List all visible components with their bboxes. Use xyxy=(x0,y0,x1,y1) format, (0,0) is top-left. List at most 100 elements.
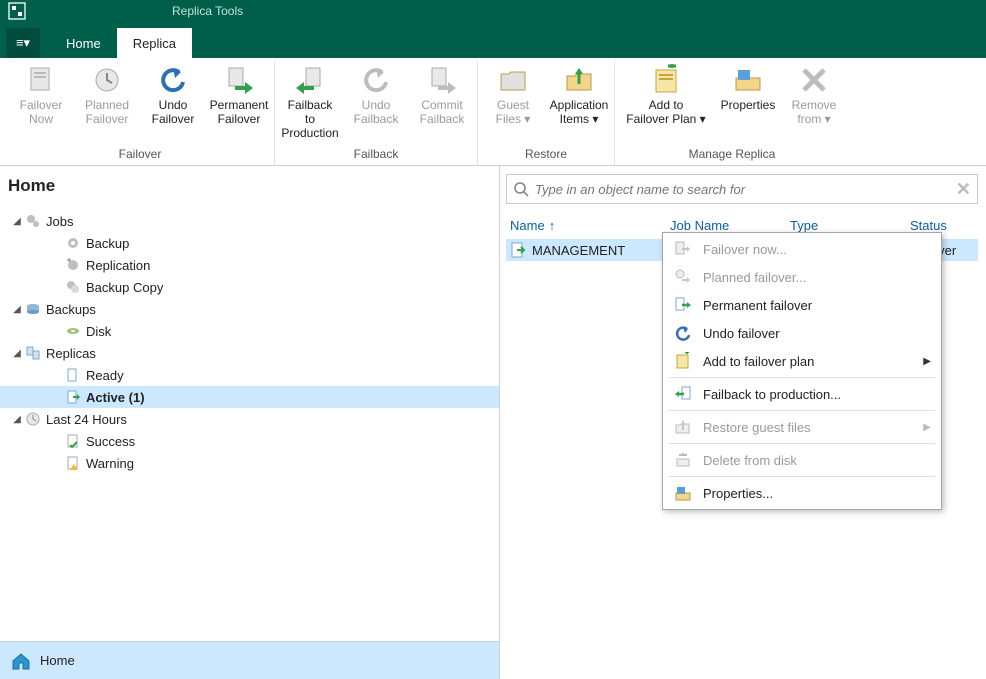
context-menu-item[interactable]: Undo failover xyxy=(663,319,941,347)
arrow-left-green-icon xyxy=(673,384,693,404)
ribbon-button[interactable]: UndoFailover xyxy=(144,62,202,145)
tree-node[interactable]: Active (1) xyxy=(0,386,499,408)
ribbon-icon xyxy=(91,64,123,96)
folder-up-icon xyxy=(673,417,693,437)
undo-icon xyxy=(673,323,693,343)
tree-node[interactable]: Backup xyxy=(0,232,499,254)
submenu-arrow-icon: ▶ xyxy=(923,422,931,433)
search-input[interactable] xyxy=(535,182,950,197)
ribbon-label: FailoverNow xyxy=(20,98,63,126)
ribbon-button[interactable]: Failback toProduction xyxy=(281,62,339,145)
tree-label: Replication xyxy=(86,258,150,273)
tree-expander-icon[interactable]: ◢ xyxy=(10,414,24,425)
tree-node[interactable]: ◢ Backups xyxy=(0,298,499,320)
props-icon xyxy=(673,483,693,503)
disk-icon xyxy=(64,322,82,340)
context-tab-label: Replica Tools xyxy=(158,4,257,18)
clear-search-button[interactable]: ✕ xyxy=(956,179,971,200)
context-menu-item[interactable]: Add to failover plan▶ xyxy=(663,347,941,375)
ribbon-button[interactable]: Add toFailover Plan ▾ xyxy=(621,62,711,145)
tab-home[interactable]: Home xyxy=(50,28,117,58)
context-menu-label: Failover now... xyxy=(703,242,787,257)
gears-icon xyxy=(24,212,42,230)
ribbon-label: Properties xyxy=(721,98,776,112)
tree-label: Replicas xyxy=(46,346,96,361)
ribbon-icon xyxy=(798,64,830,96)
tab-replica[interactable]: Replica xyxy=(117,28,192,58)
tree-node[interactable]: ◢Last 24 Hours xyxy=(0,408,499,430)
submenu-arrow-icon: ▶ xyxy=(923,356,931,367)
delete-icon xyxy=(673,450,693,470)
column-header-status[interactable]: Status xyxy=(910,218,974,233)
tree-node[interactable]: Warning xyxy=(0,452,499,474)
tree-node[interactable]: Backup Copy xyxy=(0,276,499,298)
nav-footer-label: Home xyxy=(40,653,75,668)
search-box: ✕ xyxy=(506,174,978,204)
ribbon-label: PermanentFailover xyxy=(210,98,269,126)
ribbon-button[interactable]: PermanentFailover xyxy=(210,62,268,145)
sort-ascending-icon: ↑ xyxy=(549,218,556,233)
tree-node[interactable]: Success xyxy=(0,430,499,452)
context-menu-item[interactable]: Properties... xyxy=(663,479,941,507)
ribbon-icon xyxy=(732,64,764,96)
context-menu-separator xyxy=(669,476,935,477)
search-icon xyxy=(513,181,529,197)
context-menu-label: Delete from disk xyxy=(703,453,797,468)
gear-swap-icon xyxy=(64,256,82,274)
context-menu-separator xyxy=(669,410,935,411)
arrow-right-green-icon xyxy=(673,295,693,315)
ribbon-label: Add toFailover Plan ▾ xyxy=(626,98,705,126)
app-menu-button[interactable]: ≡▾ xyxy=(6,28,40,58)
ribbon-icon xyxy=(426,64,458,96)
column-header-type[interactable]: Type xyxy=(790,218,910,233)
ribbon-icon xyxy=(294,64,326,96)
tree-node[interactable]: Replication xyxy=(0,254,499,276)
tree-node[interactable]: ◢ Jobs xyxy=(0,210,499,232)
ribbon-button: PlannedFailover xyxy=(78,62,136,145)
context-menu-item[interactable]: Permanent failover xyxy=(663,291,941,319)
ribbon-group: Failback toProductionUndoFailbackCommitF… xyxy=(275,62,478,165)
ribbon-icon xyxy=(650,64,682,96)
ribbon-label: UndoFailback xyxy=(354,98,399,126)
ribbon-button: GuestFiles ▾ xyxy=(484,62,542,145)
ribbon-label: GuestFiles ▾ xyxy=(496,98,531,126)
ribbon-group: Add toFailover Plan ▾PropertiesRemovefro… xyxy=(615,62,849,165)
replica-active-icon xyxy=(64,388,82,406)
context-menu-item: Failover now... xyxy=(663,235,941,263)
tree-label: Warning xyxy=(86,456,134,471)
tree-expander-icon[interactable]: ◢ xyxy=(10,216,24,227)
content-area: Home ◢ Jobs Backup Replication Backup Copy ◢ B… xyxy=(0,166,986,679)
tree-node[interactable]: ◢ Replicas xyxy=(0,342,499,364)
context-menu-separator xyxy=(669,377,935,378)
tree-label: Backups xyxy=(46,302,96,317)
ribbon-icon xyxy=(157,64,189,96)
tree-node[interactable]: Ready xyxy=(0,364,499,386)
doc-check-icon xyxy=(64,432,82,450)
context-menu-label: Planned failover... xyxy=(703,270,806,285)
tree-node[interactable]: Disk xyxy=(0,320,499,342)
column-header-job[interactable]: Job Name xyxy=(670,218,790,233)
tree-expander-icon[interactable]: ◢ xyxy=(10,348,24,359)
context-menu-label: Undo failover xyxy=(703,326,780,341)
tree-label: Backup Copy xyxy=(86,280,163,295)
context-menu-separator xyxy=(669,443,935,444)
home-icon xyxy=(10,650,32,672)
tree-label: Jobs xyxy=(46,214,73,229)
context-menu-item[interactable]: Failback to production... xyxy=(663,380,941,408)
ribbon-group-title: Manage Replica xyxy=(689,145,776,165)
column-header-name[interactable]: Name ↑ xyxy=(510,218,670,233)
context-menu: Failover now... Planned failover... Perman… xyxy=(662,232,942,510)
tree-expander-icon[interactable]: ◢ xyxy=(10,304,24,315)
ribbon-group-title: Restore xyxy=(525,145,567,165)
gear-copy-icon xyxy=(64,278,82,296)
row-name: MANAGEMENT xyxy=(532,243,625,258)
ribbon-button[interactable]: ApplicationItems ▾ xyxy=(550,62,608,145)
arrow-right-icon xyxy=(673,239,693,259)
ribbon-button: UndoFailback xyxy=(347,62,405,145)
replicas-icon xyxy=(24,344,42,362)
plan-icon xyxy=(673,351,693,371)
ribbon-button[interactable]: Properties xyxy=(719,62,777,145)
app-logo-icon xyxy=(6,0,28,22)
nav-footer-home[interactable]: Home xyxy=(0,641,499,679)
hamburger-icon: ≡▾ xyxy=(16,35,30,51)
